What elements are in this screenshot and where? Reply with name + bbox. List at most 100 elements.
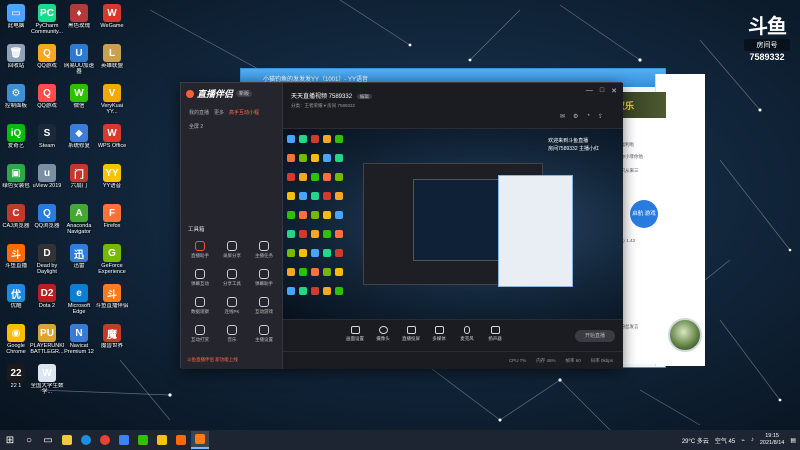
desktop-icon[interactable]: u uView 2019 xyxy=(31,164,63,202)
desktop-icon[interactable]: U 网易UU加速器 xyxy=(63,44,95,82)
desktop-icon[interactable]: V VeryKuai YY... xyxy=(96,84,128,122)
start-live-button[interactable]: 开始直播 xyxy=(575,330,615,342)
desktop-icon[interactable]: D Dead by Daylight xyxy=(31,244,63,282)
gift-icon[interactable]: ✉ xyxy=(560,113,565,120)
volume-icon[interactable]: ♪ xyxy=(751,437,754,443)
desktop-icon[interactable]: ▭ 此电脑 xyxy=(0,4,32,42)
settings-icon[interactable]: ⚙ xyxy=(573,113,578,120)
toolbox-tool[interactable]: 连线PK xyxy=(217,297,247,321)
taskbar-chrome-icon[interactable] xyxy=(96,431,114,449)
camera-button[interactable]: 摄像头 xyxy=(369,326,397,342)
desktop-icon[interactable]: W 全国大学生数学... xyxy=(30,364,64,402)
toolbox-tool[interactable]: 互动打赏 xyxy=(185,325,215,349)
game-avatar-icon[interactable] xyxy=(668,318,702,352)
desktop-icon[interactable]: W WPS Office xyxy=(96,124,128,162)
tool-icon xyxy=(227,297,237,307)
search-icon[interactable]: ○ xyxy=(20,431,38,449)
notification-icon[interactable]: ▤ xyxy=(790,437,796,444)
network-icon[interactable]: ⌁ xyxy=(741,437,745,444)
close-button[interactable]: ✕ xyxy=(611,87,617,95)
douyu-watermark: 斗鱼 房间号 7589332 xyxy=(744,10,790,62)
desktop-icon[interactable]: PUPLAYERUNKNOWN'S BATTLEGR... xyxy=(30,324,64,362)
toolbox-tool[interactable]: 直播助手 xyxy=(185,241,215,265)
start-button[interactable]: ⊞ xyxy=(1,431,19,449)
desktop-icon[interactable]: A Anaconda Navigator xyxy=(63,204,95,242)
desktop-icon[interactable]: 门六扇门 xyxy=(63,164,95,202)
tab-my-live[interactable]: 我的直播 xyxy=(189,109,209,116)
desktop-icon[interactable]: W 微信 xyxy=(63,84,95,122)
toolbox-tool[interactable]: 互动游戏 xyxy=(249,297,279,321)
toolbox-tool[interactable]: 主播设置 xyxy=(249,325,279,349)
desktop-icon[interactable]: G GeForce Experience xyxy=(96,244,128,282)
clock[interactable]: 19:15 2021/8/14 xyxy=(760,433,784,447)
taskbar-explorer-icon[interactable] xyxy=(58,431,76,449)
microphone-button[interactable]: 麦克风 xyxy=(453,326,481,342)
desktop-icon[interactable]: ♦ 黑色玫瑰 xyxy=(63,4,95,42)
desktop-icon[interactable]: 22 22 1 xyxy=(0,364,32,402)
toolbox-tool[interactable]: 录屏分享 xyxy=(217,241,247,265)
desktop-icon[interactable]: D2 Dota 2 xyxy=(31,284,63,322)
taskbar-wechat-icon[interactable] xyxy=(134,431,152,449)
speaker-button[interactable]: 扬声器 xyxy=(481,326,509,342)
preview-app-icon xyxy=(335,268,343,276)
desktop-icon[interactable]: 斗斗鱼直播伴侣 xyxy=(95,284,129,322)
desktop-icon[interactable]: Q QQ浏览器 xyxy=(31,204,63,242)
toolbox-tool[interactable]: 弹幕互动 xyxy=(185,269,215,293)
desktop-icon[interactable]: Q QQ游戏 xyxy=(31,84,63,122)
desktop-icon[interactable]: ◉ Google Chrome xyxy=(0,324,32,362)
weather-text[interactable]: 29°C 多云 xyxy=(682,436,709,445)
taskbar-broadcaster-icon[interactable] xyxy=(191,431,209,449)
preview-app-icon xyxy=(299,154,307,162)
desktop-icon[interactable]: ▣ 绿色安装包 xyxy=(0,164,32,202)
task-view-icon[interactable]: ▭ xyxy=(39,431,57,449)
room-category[interactable]: 分类：王者荣耀 ▾ 房间 7589332 xyxy=(291,103,355,109)
toolbox-tool[interactable]: 分享工具 xyxy=(217,269,247,293)
desktop-icon[interactable]: e Microsoft Edge xyxy=(63,284,95,322)
desktop-icon[interactable]: iQ 爱奇艺 xyxy=(0,124,32,162)
screen-settings-button[interactable]: 画面设置 xyxy=(341,326,369,342)
desktop-icon[interactable]: ⚙ 控制面板 xyxy=(0,84,32,122)
maximize-button[interactable]: □ xyxy=(600,87,604,95)
desktop-icon[interactable]: Q QQ游戏 xyxy=(31,44,63,82)
bell-icon[interactable]: ◔ xyxy=(586,113,590,120)
minimize-button[interactable]: — xyxy=(586,87,593,95)
desktop-icon[interactable]: 🗑 回收站 xyxy=(0,44,32,82)
chat-avatar[interactable]: 启航 游戏 xyxy=(630,200,658,228)
desktop-icon[interactable]: C CAJ浏览器 xyxy=(0,204,32,242)
toolbox-tool[interactable]: 弹幕助手 xyxy=(249,269,279,293)
desktop-icon-label: 斗鱼直播伴侣 xyxy=(95,303,129,309)
desktop-icon[interactable]: ◆ 系统修复 xyxy=(63,124,95,162)
taskbar-douyu-icon[interactable] xyxy=(172,431,190,449)
stream-preview[interactable]: 欢迎来到斗鱼直播 房间7589332 主播小红 xyxy=(283,129,623,319)
tab-more[interactable]: 更多 xyxy=(214,109,224,116)
share-icon[interactable]: ⇪ xyxy=(598,113,603,120)
desktop-icon[interactable]: L 英雄联盟 xyxy=(96,44,128,82)
broadcaster-window[interactable]: 直播伴侣 新版 我的直播 更多 高手互动小程 全屏 2 工具箱 直播助手 录屏分享… xyxy=(180,82,623,369)
desktop-icon[interactable]: F Firefox xyxy=(96,204,128,242)
desktop-icon[interactable]: N Navicat Premium 12 xyxy=(63,324,95,362)
taskbar-yy-icon[interactable] xyxy=(153,431,171,449)
desktop: ▭ 此电脑 PC PyCharm Community... ♦ 黑色玫瑰 W WeGame 🗑 回… xyxy=(0,0,800,430)
toolbox-tool[interactable]: 音乐 xyxy=(217,325,247,349)
toolbox-tool[interactable]: 主播任务 xyxy=(249,241,279,265)
tab-mini-program[interactable]: 高手互动小程 xyxy=(229,109,259,116)
media-button[interactable]: 多媒体 xyxy=(425,326,453,342)
desktop-icon[interactable]: 斗斗鱼直播 xyxy=(0,244,32,282)
scene-selector[interactable]: 全屏 2 xyxy=(189,123,203,130)
desktop-icon[interactable]: W WeGame xyxy=(96,4,128,42)
desktop-icon[interactable]: 迅迅雷 xyxy=(63,244,95,282)
desktop-icon[interactable]: YY YY语音 xyxy=(96,164,128,202)
desktop-icon-label: 网易UU加速器 xyxy=(64,63,94,75)
new-feature-notice[interactable]: 斗鱼直播伴侣 新功能上线 xyxy=(187,357,238,363)
desktop-icon[interactable]: 优优酷 xyxy=(0,284,32,322)
toolbox-tool[interactable]: 数据观察 xyxy=(185,297,215,321)
desktop-icon[interactable]: S Steam xyxy=(31,124,63,162)
taskbar-store-icon[interactable] xyxy=(115,431,133,449)
cast-button[interactable]: 直播投屏 xyxy=(397,326,425,342)
desktop-icon[interactable]: 魔魔兽世界 xyxy=(96,324,128,362)
desktop-icon-label: Dota 2 xyxy=(38,303,56,309)
taskbar-edge-icon[interactable] xyxy=(77,431,95,449)
room-edit-button[interactable]: 编辑 xyxy=(356,94,372,99)
desktop-icon[interactable]: PC PyCharm Community... xyxy=(31,4,63,42)
app-icon: S xyxy=(38,124,56,142)
